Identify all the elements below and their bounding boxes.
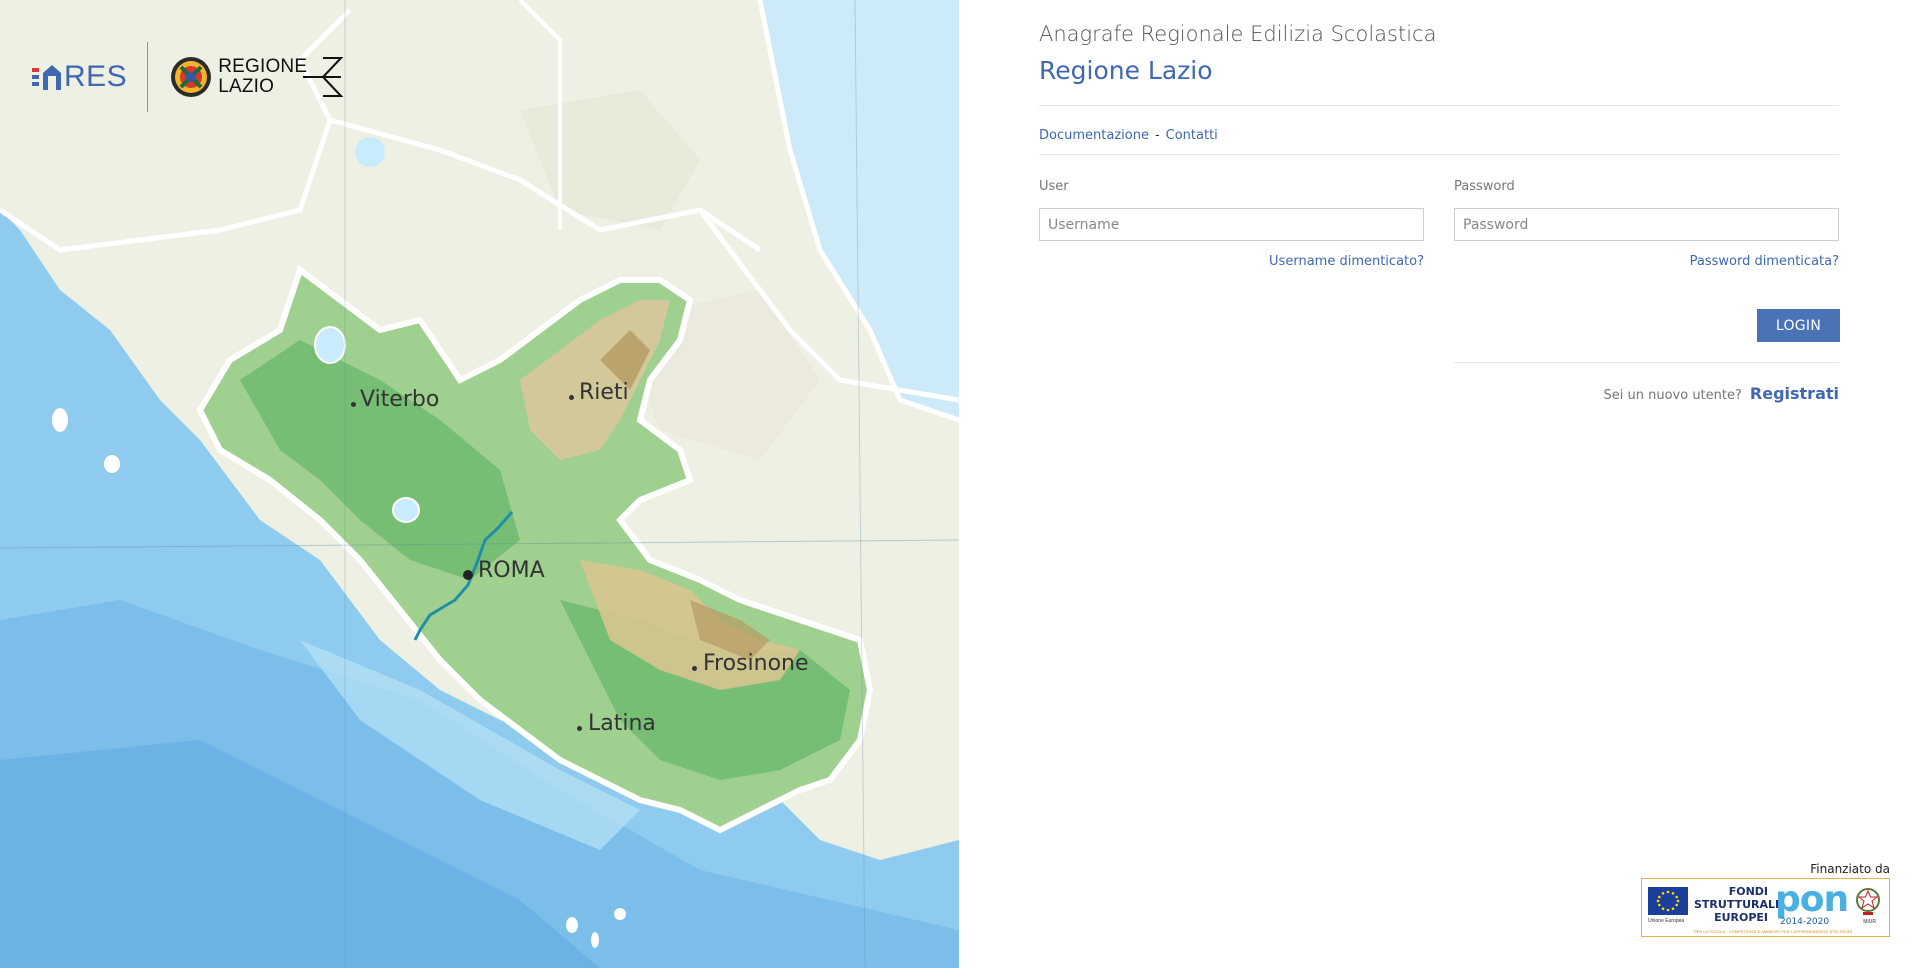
divider (1454, 362, 1839, 363)
ares-logo-icon (32, 68, 39, 86)
logo-separator (147, 42, 149, 112)
fondi-line3: EUROPEI (1714, 911, 1768, 924)
city-dot-roma (463, 570, 473, 580)
fondi-line2: STRUTTURALI (1694, 898, 1780, 911)
login-button[interactable]: LOGIN (1757, 309, 1840, 342)
forgot-username-link[interactable]: Username dimenticato? (1039, 254, 1424, 269)
city-label-roma: ROMA (478, 558, 545, 583)
fondi-strutturali-text: FONDI STRUTTURALI EUROPEI (1694, 885, 1780, 924)
divider (1039, 105, 1839, 106)
miur-caption: MIUR (1863, 919, 1876, 925)
top-links: Documentazione - Contatti (1039, 128, 1218, 143)
city-label-latina: Latina (588, 711, 656, 736)
lazio-logo-decoration (303, 57, 344, 97)
eu-flag-icon (1648, 887, 1688, 915)
app-subtitle: Anagrafe Regionale Edilizia Scolastica (1039, 22, 1437, 46)
user-label: User (1039, 179, 1069, 194)
documentation-link[interactable]: Documentazione (1039, 128, 1149, 143)
eu-caption: Unione Europea (1648, 918, 1685, 924)
ares-logo-text: RES (64, 60, 128, 93)
funded-by-label: Finanziato da (1810, 862, 1890, 876)
lazio-map (0, 0, 959, 968)
italian-republic-emblem-icon (1856, 888, 1880, 915)
contacts-link[interactable]: Contatti (1166, 128, 1218, 143)
city-dot-rieti (569, 395, 574, 400)
map-panel: Viterbo Rieti ROMA Frosinone Latina RES (0, 0, 959, 968)
pon-logo-text: pon (1775, 879, 1849, 920)
page-title: Regione Lazio (1039, 56, 1213, 85)
username-input[interactable] (1039, 208, 1424, 241)
regione-lazio-logo: REGIONE LAZIO (170, 56, 344, 98)
ares-house-icon (43, 65, 61, 90)
fondi-line1: FONDI (1728, 885, 1768, 898)
regione-lazio-emblem-icon (171, 57, 212, 97)
lazio-logo-line2: LAZIO (218, 76, 275, 97)
password-input[interactable] (1454, 208, 1839, 241)
divider (1039, 154, 1839, 155)
city-dot-latina (577, 726, 582, 731)
city-label-frosinone: Frosinone (703, 651, 809, 676)
regione-lazio-text: REGIONE LAZIO (218, 57, 307, 97)
new-user-question: Sei un nuovo utente? (1603, 388, 1742, 403)
city-label-rieti: Rieti (579, 380, 629, 405)
logo-bar: RES REGIONE LAZIO (32, 42, 344, 112)
pon-years: 2014-2020 (1780, 917, 1830, 927)
ares-logo: RES (32, 57, 127, 97)
lazio-logo-line1: REGIONE (218, 56, 308, 77)
link-separator: - (1154, 128, 1160, 143)
city-dot-viterbo (351, 402, 356, 407)
register-link[interactable]: Registrati (1750, 384, 1839, 403)
password-label: Password (1454, 179, 1515, 194)
city-dot-frosinone (692, 666, 697, 671)
city-label-viterbo: Viterbo (360, 387, 440, 412)
pon-funding-banner: Unione Europea FONDI STRUTTURALI EUROPEI… (1641, 878, 1890, 937)
forgot-password-link[interactable]: Password dimenticata? (1454, 254, 1839, 269)
pon-strip-text: PER LA SCUOLA - COMPETENZE E AMBIENTI PE… (1694, 929, 1853, 934)
register-row: Sei un nuovo utente? Registrati (1604, 384, 1840, 403)
